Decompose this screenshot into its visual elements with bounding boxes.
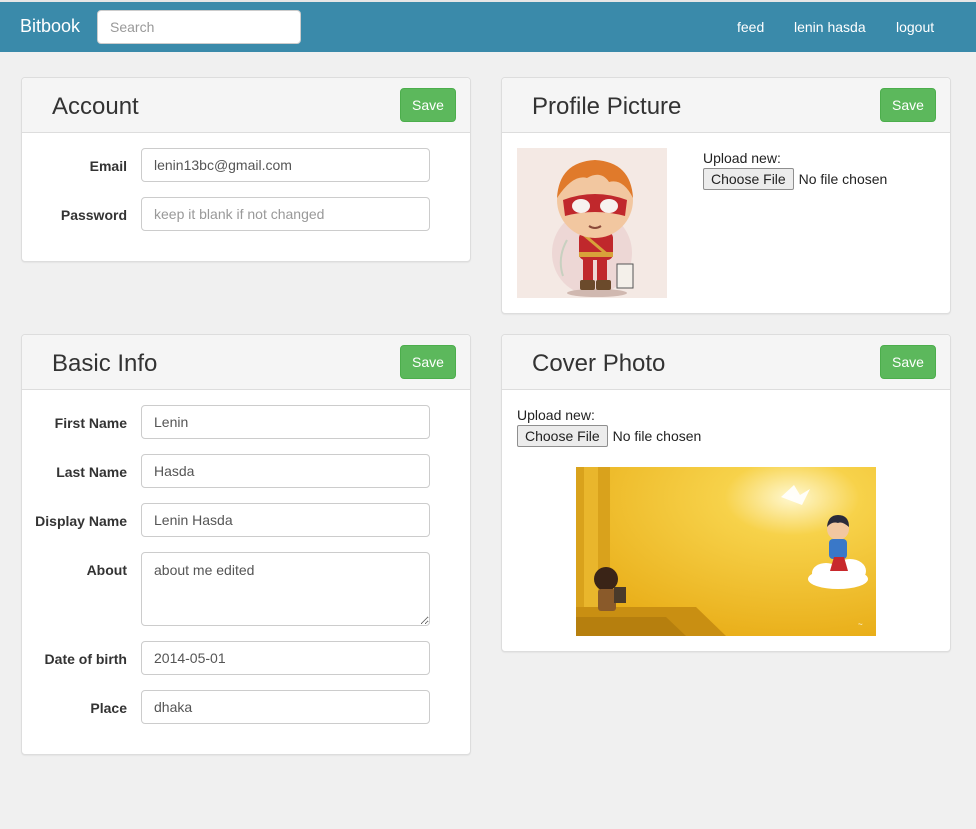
date-of-birth-label: Date of birth bbox=[44, 651, 127, 667]
svg-text:~: ~ bbox=[858, 620, 863, 629]
profile-avatar-image bbox=[517, 148, 667, 298]
last-name-field[interactable] bbox=[141, 454, 430, 488]
password-label: Password bbox=[60, 207, 127, 223]
panel-header: Account Save bbox=[22, 78, 470, 133]
cover-choose-file-button[interactable]: Choose File bbox=[517, 425, 608, 447]
place-label: Place bbox=[90, 700, 127, 716]
cover-illustration-icon: ~ bbox=[576, 467, 876, 636]
panel-header: Basic Info Save bbox=[22, 335, 470, 390]
cover-photo-panel: Cover Photo Save Upload new: Choose File… bbox=[501, 334, 951, 652]
panel-title: Profile Picture bbox=[532, 93, 682, 120]
date-of-birth-field[interactable] bbox=[141, 641, 430, 675]
search-input[interactable] bbox=[97, 10, 301, 44]
panel-title: Cover Photo bbox=[532, 350, 666, 377]
first-name-label: First Name bbox=[54, 415, 127, 431]
about-textarea[interactable]: about me edited bbox=[141, 552, 430, 626]
cover-photo-save-button[interactable]: Save bbox=[880, 345, 936, 379]
basic-info-save-button[interactable]: Save bbox=[400, 345, 456, 379]
first-name-field[interactable] bbox=[141, 405, 430, 439]
profile-choose-file-button[interactable]: Choose File bbox=[703, 168, 794, 190]
cover-file-input: Choose File No file chosen bbox=[517, 425, 701, 447]
cover-photo-image: ~ bbox=[576, 467, 876, 636]
email-label: Email bbox=[89, 158, 127, 174]
nav-feed-link[interactable]: feed bbox=[737, 19, 764, 35]
profile-picture-panel: Profile Picture Save Upload new: Choose … bbox=[501, 77, 951, 314]
display-name-label: Display Name bbox=[35, 513, 127, 529]
about-label: About bbox=[86, 562, 127, 578]
panel-title: Basic Info bbox=[52, 350, 158, 377]
nav-logout-link[interactable]: logout bbox=[896, 19, 934, 35]
panel-header: Profile Picture Save bbox=[502, 78, 950, 133]
password-field[interactable] bbox=[141, 197, 430, 231]
profile-file-input: Choose File No file chosen bbox=[703, 168, 887, 190]
profile-file-status: No file chosen bbox=[798, 171, 888, 187]
panel-header: Cover Photo Save bbox=[502, 335, 950, 390]
profile-upload-label: Upload new: bbox=[703, 150, 781, 166]
cover-upload-label: Upload new: bbox=[517, 407, 595, 423]
avatar-illustration-icon bbox=[552, 160, 634, 297]
account-panel: Account Save Email Password bbox=[21, 77, 471, 262]
place-field[interactable] bbox=[141, 690, 430, 724]
account-save-button[interactable]: Save bbox=[400, 88, 456, 122]
profile-picture-save-button[interactable]: Save bbox=[880, 88, 936, 122]
panel-title: Account bbox=[52, 93, 139, 120]
brand-logo[interactable]: Bitbook bbox=[20, 16, 80, 37]
display-name-field[interactable] bbox=[141, 503, 430, 537]
cover-file-status: No file chosen bbox=[612, 428, 702, 444]
navbar: Bitbook feed lenin hasda logout bbox=[0, 2, 976, 52]
basic-info-panel: Basic Info Save First Name Last Name Dis… bbox=[21, 334, 471, 755]
last-name-label: Last Name bbox=[56, 464, 127, 480]
nav-profile-link[interactable]: lenin hasda bbox=[794, 19, 866, 35]
email-field[interactable] bbox=[141, 148, 430, 182]
